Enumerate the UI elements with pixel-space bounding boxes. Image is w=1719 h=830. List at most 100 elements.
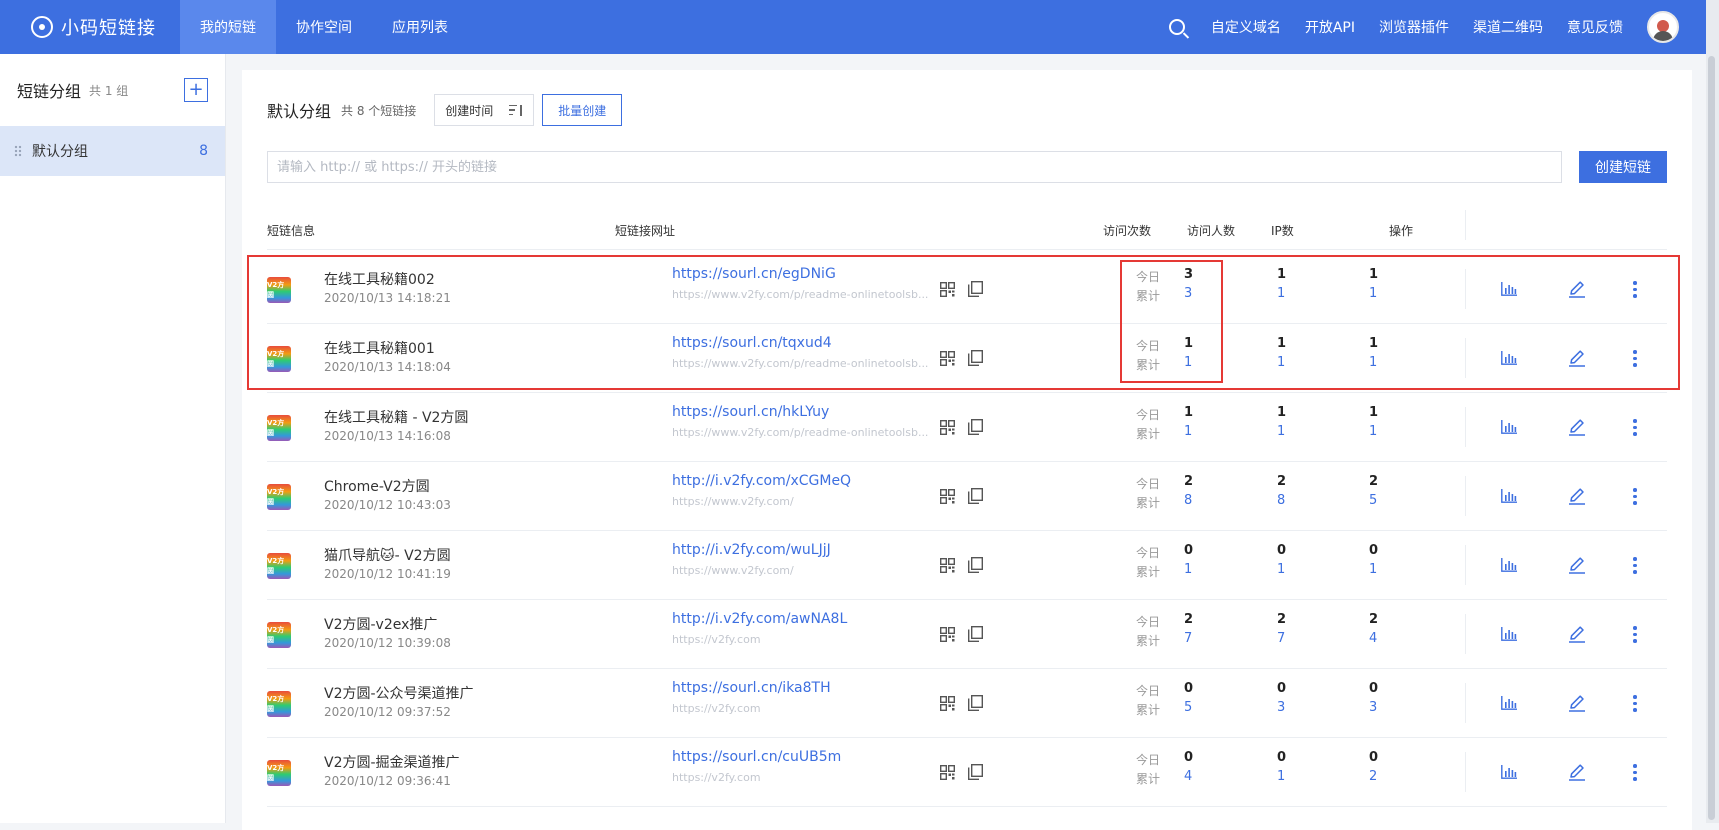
visits-total: 1	[1184, 424, 1193, 439]
visitors-today: 1	[1277, 336, 1287, 351]
short-url-link[interactable]: https://sourl.cn/cuUB5m	[672, 749, 841, 765]
search-icon[interactable]	[1168, 19, 1185, 35]
stats-chart-icon[interactable]	[1501, 282, 1517, 296]
total-label: 累计	[1136, 565, 1161, 579]
today-label: 今日	[1136, 270, 1161, 284]
ip-total: 1	[1369, 424, 1378, 439]
edit-icon[interactable]	[1568, 280, 1586, 298]
more-options-icon[interactable]	[1633, 488, 1637, 505]
link-name[interactable]: Chrome-V2方圆	[324, 476, 430, 496]
create-link-button[interactable]: 创建短链	[1579, 151, 1667, 183]
visitors-today: 0	[1277, 543, 1287, 558]
link-name[interactable]: V2方圆-v2ex推广	[324, 614, 437, 634]
edit-icon[interactable]	[1568, 487, 1586, 505]
open-api-link[interactable]: 开放API	[1305, 17, 1355, 37]
url-input[interactable]	[267, 151, 1562, 183]
short-url-link[interactable]: https://sourl.cn/ika8TH	[672, 680, 831, 696]
qrcode-icon[interactable]	[940, 765, 955, 780]
visitors-total: 1	[1277, 562, 1286, 577]
add-group-button[interactable]: +	[184, 78, 208, 102]
more-options-icon[interactable]	[1633, 695, 1637, 712]
visitors-today: 1	[1277, 267, 1287, 282]
copy-icon[interactable]	[968, 488, 983, 504]
qrcode-icon[interactable]	[940, 489, 955, 504]
qrcode-icon[interactable]	[940, 351, 955, 366]
ip-total: 1	[1369, 286, 1378, 301]
link-logo: V2方圆	[267, 277, 291, 303]
link-logo: V2方圆	[267, 484, 291, 510]
stats-chart-icon[interactable]	[1501, 765, 1517, 779]
visitors-total: 1	[1277, 286, 1286, 301]
edit-icon[interactable]	[1568, 763, 1586, 781]
link-name[interactable]: 在线工具秘籍 - V2方圆	[324, 407, 468, 427]
channel-qrcode-link[interactable]: 渠道二维码	[1473, 17, 1543, 37]
short-url-link[interactable]: http://i.v2fy.com/xCGMeQ	[672, 473, 851, 489]
short-url-link[interactable]: http://i.v2fy.com/awNA8L	[672, 611, 847, 627]
more-options-icon[interactable]	[1633, 557, 1637, 574]
stats-chart-icon[interactable]	[1501, 420, 1517, 434]
brand-logo[interactable]: 小码短链接	[0, 14, 180, 40]
qrcode-icon[interactable]	[940, 696, 955, 711]
page-scrollbar-thumb[interactable]	[1708, 56, 1715, 820]
short-url-link[interactable]: http://i.v2fy.com/wuLJjJ	[672, 542, 831, 558]
visits-today: 3	[1184, 267, 1194, 282]
sidebar-title: 短链分组	[17, 82, 82, 101]
qrcode-icon[interactable]	[940, 420, 955, 435]
qrcode-icon[interactable]	[940, 627, 955, 642]
copy-icon[interactable]	[968, 626, 983, 642]
column-divider	[1465, 545, 1466, 585]
short-url-link[interactable]: https://sourl.cn/tqxud4	[672, 335, 832, 351]
link-logo: V2方圆	[267, 415, 291, 441]
stats-chart-icon[interactable]	[1501, 351, 1517, 365]
stats-chart-icon[interactable]	[1501, 696, 1517, 710]
more-options-icon[interactable]	[1633, 419, 1637, 436]
copy-icon[interactable]	[968, 695, 983, 711]
more-options-icon[interactable]	[1633, 350, 1637, 367]
short-url-link[interactable]: https://sourl.cn/hkLYuy	[672, 404, 829, 420]
custom-domain-link[interactable]: 自定义域名	[1211, 17, 1281, 37]
short-url-link[interactable]: https://sourl.cn/egDNiG	[672, 266, 836, 282]
link-logo: V2方圆	[267, 622, 291, 648]
stats-chart-icon[interactable]	[1501, 489, 1517, 503]
ip-today: 0	[1369, 543, 1379, 558]
browser-plugin-link[interactable]: 浏览器插件	[1379, 17, 1449, 37]
edit-icon[interactable]	[1568, 694, 1586, 712]
qrcode-icon[interactable]	[940, 282, 955, 297]
visits-total: 1	[1184, 355, 1193, 370]
total-label: 累计	[1136, 427, 1161, 441]
copy-icon[interactable]	[968, 557, 983, 573]
nav-app-list[interactable]: 应用列表	[372, 0, 468, 54]
edit-icon[interactable]	[1568, 556, 1586, 574]
link-name[interactable]: 猫爪导航🐱- V2方圆	[324, 545, 451, 565]
stats-chart-icon[interactable]	[1501, 558, 1517, 572]
more-options-icon[interactable]	[1633, 626, 1637, 643]
link-name[interactable]: V2方圆-掘金渠道推广	[324, 752, 460, 772]
copy-icon[interactable]	[968, 764, 983, 780]
nav-my-links[interactable]: 我的短链	[180, 0, 276, 54]
more-options-icon[interactable]	[1633, 281, 1637, 298]
feedback-link[interactable]: 意见反馈	[1567, 17, 1623, 37]
qrcode-icon[interactable]	[940, 558, 955, 573]
link-name[interactable]: V2方圆-公众号渠道推广	[324, 683, 474, 703]
nav-collab-space[interactable]: 协作空间	[276, 0, 372, 54]
edit-icon[interactable]	[1568, 349, 1586, 367]
link-logo: V2方圆	[267, 760, 291, 786]
copy-icon[interactable]	[968, 350, 983, 366]
visits-today: 0	[1184, 750, 1194, 765]
avatar[interactable]	[1647, 11, 1679, 43]
link-name[interactable]: 在线工具秘籍001	[324, 338, 435, 358]
edit-icon[interactable]	[1568, 418, 1586, 436]
copy-icon[interactable]	[968, 281, 983, 297]
link-name[interactable]: 在线工具秘籍002	[324, 269, 435, 289]
copy-icon[interactable]	[968, 419, 983, 435]
stats-chart-icon[interactable]	[1501, 627, 1517, 641]
batch-create-button[interactable]: 批量创建	[542, 94, 623, 126]
drag-handle-icon[interactable]	[14, 145, 22, 157]
more-options-icon[interactable]	[1633, 764, 1637, 781]
today-label: 今日	[1136, 684, 1161, 698]
sidebar-item-default-group[interactable]: 默认分组 8	[0, 126, 225, 176]
sort-select[interactable]: 创建时间	[434, 94, 535, 126]
table-row: V2方圆 在线工具秘籍001 2020/10/13 14:18:04 https…	[267, 324, 1667, 393]
edit-icon[interactable]	[1568, 625, 1586, 643]
link-logo: V2方圆	[267, 691, 291, 717]
